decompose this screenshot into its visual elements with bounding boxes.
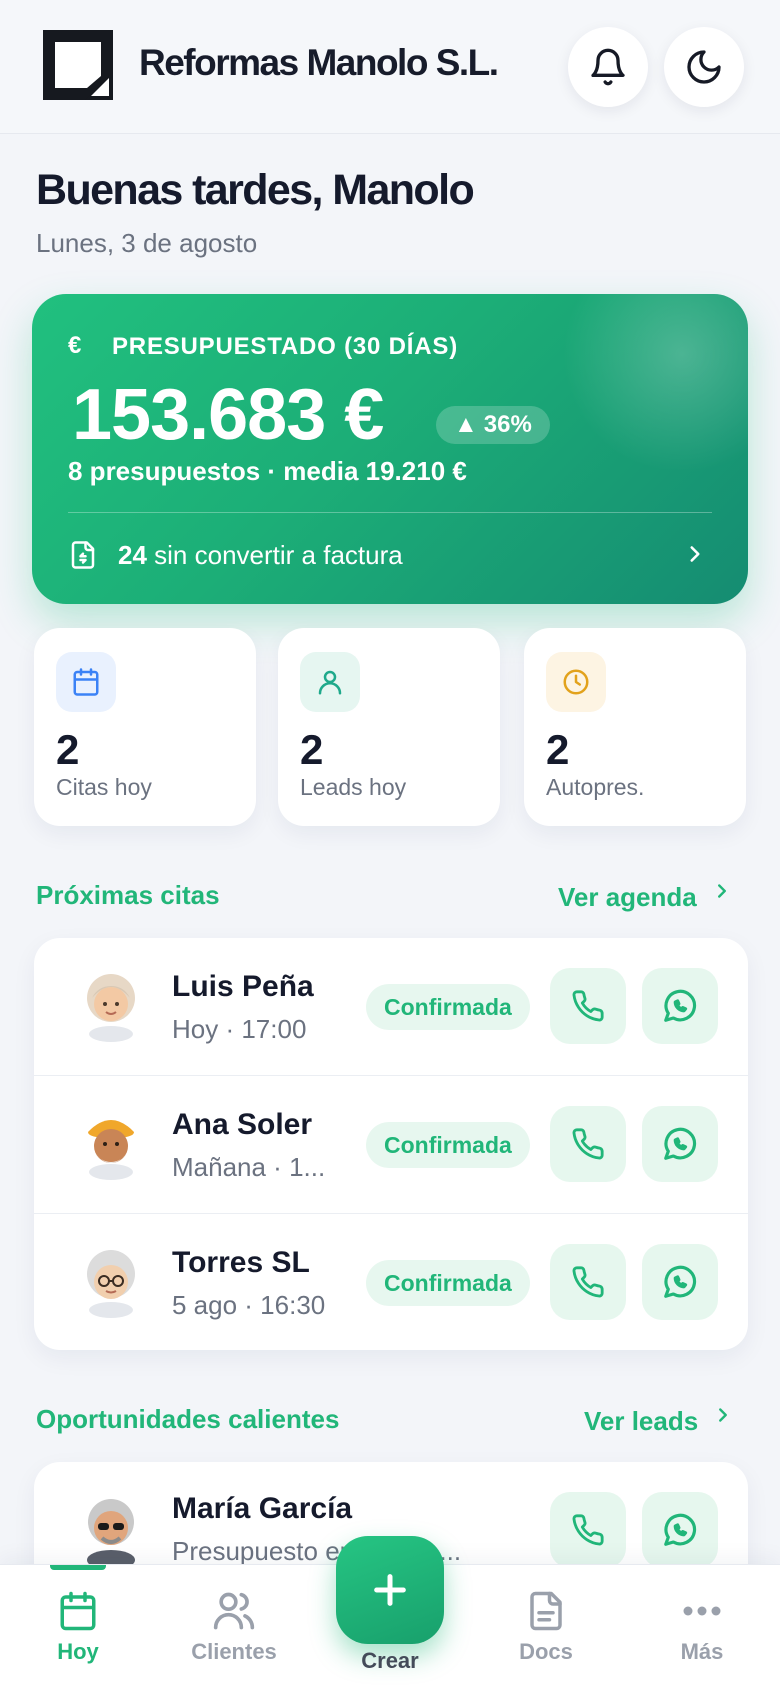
nav-item-docs[interactable]: Docs <box>486 1565 606 1688</box>
more-dots-icon <box>683 1606 721 1616</box>
card-divider <box>68 512 712 513</box>
calendar-icon <box>60 1591 96 1631</box>
whatsapp-icon <box>664 1127 697 1160</box>
client-name: Torres SL <box>172 1246 310 1279</box>
avatar <box>87 974 135 1042</box>
stat-icon-box <box>546 652 606 712</box>
nav-label: Más <box>680 1639 724 1664</box>
call-button[interactable] <box>550 1492 626 1568</box>
euro-icon: € <box>68 332 82 359</box>
client-name: Ana Soler <box>172 1108 313 1141</box>
nav-item-clientes[interactable]: Clientes <box>174 1565 294 1688</box>
trend-up-icon: ▲ <box>454 411 478 438</box>
pending-invoices-link[interactable]: 24 sin convertir a factura <box>118 540 403 571</box>
status-badge: Confirmada <box>366 1260 530 1306</box>
company-name: Reformas Manolo S.L. <box>139 42 499 83</box>
stat-card-leads[interactable]: 2 Leads hoy <box>278 628 500 826</box>
phone-icon <box>572 990 604 1022</box>
stat-value: 2 <box>300 726 324 773</box>
appointment-time: 5 ago · 16:30 <box>172 1290 326 1320</box>
stat-label: Leads hoy <box>300 774 407 800</box>
avatar <box>87 1250 135 1318</box>
clock-icon <box>563 669 589 695</box>
trend-badge: ▲ 36% <box>436 406 550 444</box>
invoice-doc-icon <box>71 541 95 569</box>
view-agenda-label: Ver agenda <box>558 882 697 912</box>
stat-label: Citas hoy <box>56 774 152 800</box>
avatar <box>87 1499 135 1564</box>
users-icon <box>213 1592 255 1630</box>
calendar-icon <box>73 668 99 696</box>
appointment-row[interactable]: Luis Peña Hoy · 17:00 Confirmada <box>34 938 748 1076</box>
summary-amount: 153.683 € <box>72 375 384 455</box>
appointment-row[interactable]: Ana Soler Mañana · 1... Confirmada <box>34 1076 748 1214</box>
whatsapp-icon <box>664 989 697 1022</box>
current-date: Lunes, 3 de agosto <box>36 228 258 258</box>
theme-toggle-button[interactable] <box>664 27 744 107</box>
document-icon <box>530 1591 562 1631</box>
summary-detail: 8 presupuestos · media 19.210 € <box>68 456 467 486</box>
appointments-section-title: Próximas citas <box>36 880 220 910</box>
create-label: Crear <box>361 1648 419 1673</box>
nav-item-mas[interactable]: Más <box>642 1565 762 1688</box>
whatsapp-icon <box>664 1513 697 1546</box>
stat-value: 2 <box>546 726 570 773</box>
trend-value: 36% <box>483 411 532 438</box>
whatsapp-icon <box>664 1265 697 1298</box>
status-badge: Confirmada <box>366 1122 530 1168</box>
lead-name: María García <box>172 1492 353 1525</box>
stat-icon-box <box>56 652 116 712</box>
opportunities-section-title: Oportunidades calientes <box>36 1404 340 1434</box>
bell-icon <box>591 48 625 86</box>
stat-card-autopres[interactable]: 2 Autopres. <box>524 628 746 826</box>
call-button[interactable] <box>550 968 626 1044</box>
stat-card-citas[interactable]: 2 Citas hoy <box>34 628 256 826</box>
pending-count: 24 <box>118 540 147 570</box>
phone-icon <box>572 1514 604 1546</box>
nav-item-hoy[interactable]: Hoy <box>18 1565 138 1688</box>
summary-label: PRESUPUESTADO (30 DÍAS) <box>112 333 459 360</box>
stat-label: Autopres. <box>546 774 645 800</box>
status-badge: Confirmada <box>366 984 530 1030</box>
pending-text: sin convertir a factura <box>154 540 403 570</box>
chevron-right-icon <box>717 883 726 898</box>
company-logo <box>43 30 113 100</box>
appointment-time: Hoy · 17:00 <box>172 1014 307 1044</box>
nav-label: Docs <box>519 1639 573 1664</box>
card-glow <box>562 294 748 474</box>
appointment-row[interactable]: Torres SL 5 ago · 16:30 Confirmada <box>34 1214 748 1350</box>
call-button[interactable] <box>550 1106 626 1182</box>
plus-icon <box>374 1574 406 1606</box>
user-icon <box>318 670 342 695</box>
chevron-right-icon <box>690 546 700 562</box>
nav-label: Clientes <box>191 1639 277 1664</box>
client-name: Luis Peña <box>172 970 314 1003</box>
whatsapp-button[interactable] <box>642 1492 718 1568</box>
budget-summary-card[interactable]: € PRESUPUESTADO (30 DÍAS) 153.683 € ▲ 36… <box>32 294 748 604</box>
view-agenda-link[interactable]: Ver agenda <box>558 882 733 913</box>
chevron-right-icon <box>719 1407 728 1422</box>
greeting-title: Buenas tardes, Manolo <box>36 166 475 214</box>
appointment-time: Mañana · 1... <box>172 1152 326 1182</box>
call-button[interactable] <box>550 1244 626 1320</box>
phone-icon <box>572 1128 604 1160</box>
stat-value: 2 <box>56 726 80 773</box>
phone-icon <box>572 1266 604 1298</box>
whatsapp-button[interactable] <box>642 1244 718 1320</box>
whatsapp-button[interactable] <box>642 1106 718 1182</box>
stat-icon-box <box>300 652 360 712</box>
view-leads-label: Ver leads <box>584 1406 699 1436</box>
appointments-list: Luis Peña Hoy · 17:00 Confirmada Ana Sol… <box>34 938 748 1350</box>
view-leads-link[interactable]: Ver leads <box>584 1406 734 1437</box>
whatsapp-button[interactable] <box>642 968 718 1044</box>
notifications-button[interactable] <box>568 27 648 107</box>
moon-icon <box>687 50 721 84</box>
nav-label: Hoy <box>57 1639 99 1664</box>
avatar <box>88 1120 134 1180</box>
create-button[interactable] <box>336 1536 444 1644</box>
app-header: Reformas Manolo S.L. <box>0 0 780 134</box>
